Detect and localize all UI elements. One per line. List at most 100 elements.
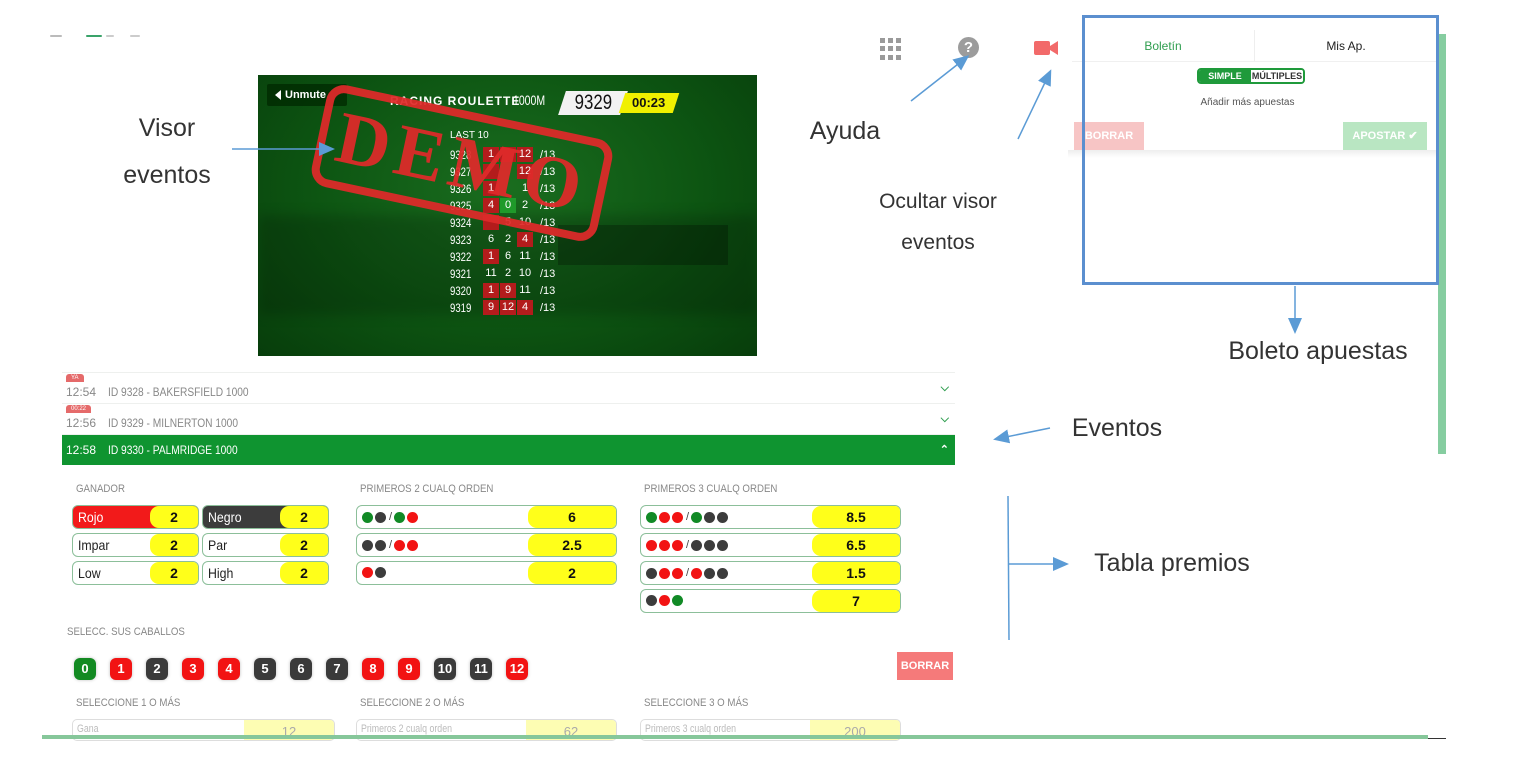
odds-ganador-low[interactable]: Low 2 xyxy=(72,561,199,585)
result-count: /13 xyxy=(540,267,556,280)
horse-chip-11[interactable]: 11 xyxy=(470,658,492,680)
odds-primeros2-option[interactable]: 2 xyxy=(356,561,617,585)
event-row[interactable]: YA 12:54 ID 9328 - BAKERSFIELD 1000 ⌵ xyxy=(62,372,955,403)
horse-chip-0[interactable]: 0 xyxy=(74,658,96,680)
odds-primeros3-option[interactable]: / 6.5 xyxy=(640,533,901,557)
event-video-viewer: Unmute RACING ROULETTE 1000M 9329 00:23 … xyxy=(258,75,757,356)
odds-value: 6 xyxy=(528,506,616,528)
horse-chip-3[interactable]: 3 xyxy=(182,658,204,680)
section-title-ganador: GANADOR xyxy=(76,483,125,495)
odds-ganador-impar[interactable]: Impar 2 xyxy=(72,533,199,557)
horse-chip-6[interactable]: 6 xyxy=(290,658,312,680)
odds-label: High xyxy=(208,565,234,581)
color-dot-icon xyxy=(375,567,386,578)
horse-chip-10[interactable]: 10 xyxy=(434,658,456,680)
race-id: 9319 xyxy=(450,300,472,315)
color-dot-icon xyxy=(691,567,703,579)
event-label: ID 9328 - BAKERSFIELD 1000 xyxy=(108,385,249,399)
section-title-primeros-2: PRIMEROS 2 CUALQ ORDEN xyxy=(360,483,494,495)
result-cell: 12 xyxy=(500,300,516,315)
race-id: 9323 xyxy=(450,232,472,247)
chevron-down-icon[interactable]: ⌵ xyxy=(941,382,949,395)
arrow-eventos xyxy=(993,427,1051,444)
annotation-visor-eventos: Visor eventos xyxy=(123,114,211,189)
result-cell: 9 xyxy=(483,300,499,315)
odds-ganador-par[interactable]: Par 2 xyxy=(202,533,329,557)
bottom-scroll-bar[interactable] xyxy=(42,735,1428,739)
result-cell: 1 xyxy=(483,283,499,298)
color-dot-icon xyxy=(394,539,406,551)
odds-ganador-negro[interactable]: Negro 2 xyxy=(202,505,329,529)
apps-grid-icon[interactable] xyxy=(880,38,902,60)
horse-chip-5[interactable]: 5 xyxy=(254,658,276,680)
events-list: YA 12:54 ID 9328 - BAKERSFIELD 1000 ⌵ 00… xyxy=(62,372,955,465)
color-dot-icon xyxy=(407,511,419,523)
horse-chip-12[interactable]: 12 xyxy=(506,658,528,680)
help-icon[interactable]: ? xyxy=(958,37,979,58)
race-countdown: 00:23 xyxy=(618,93,680,113)
horse-chip-1[interactable]: 1 xyxy=(110,658,132,680)
annotation-boleto-apuestas: Boleto apuestas xyxy=(1228,337,1408,365)
brand-logo xyxy=(50,33,145,39)
select-horses-title: SELECC. SUS CABALLOS xyxy=(67,626,185,638)
color-dot-icon xyxy=(646,539,657,551)
betslip-scroll-bar[interactable] xyxy=(1438,34,1446,454)
odds-ganador-rojo[interactable]: Rojo 2 xyxy=(72,505,199,529)
divider xyxy=(1428,738,1446,739)
last-10-row: 9319 9 12 4/13 xyxy=(450,299,555,316)
horse-chip-2[interactable]: 2 xyxy=(146,658,168,680)
color-combo xyxy=(646,595,685,606)
odds-value: 2 xyxy=(528,562,616,584)
event-row-active[interactable]: 12:58 ID 9330 - PALMRIDGE 1000 ⌃ xyxy=(62,434,955,465)
odds-value: 7 xyxy=(812,590,900,612)
odds-primeros3-option[interactable]: 7 xyxy=(640,589,901,613)
result-cell: 9 xyxy=(500,283,516,298)
clear-selection-button[interactable]: BORRAR xyxy=(897,652,953,680)
odds-primeros3-option[interactable]: / 8.5 xyxy=(640,505,901,529)
color-dot-icon xyxy=(646,511,657,523)
result-cell: 1 xyxy=(483,249,499,264)
horse-chip-4[interactable]: 4 xyxy=(218,658,240,680)
color-dot-icon xyxy=(672,595,683,606)
color-dot-icon xyxy=(691,539,703,551)
odds-primeros2-option[interactable]: /6 xyxy=(356,505,617,529)
color-dot-icon xyxy=(659,567,670,579)
result-cell: 11 xyxy=(519,250,531,262)
result-count: /13 xyxy=(540,284,556,297)
result-cell: 4 xyxy=(517,300,533,315)
horse-chip-9[interactable]: 9 xyxy=(398,658,420,680)
race-id: 9320 xyxy=(450,283,472,298)
color-dot-icon xyxy=(704,539,716,551)
horse-chip-8[interactable]: 8 xyxy=(362,658,384,680)
race-id: 9321 xyxy=(450,266,472,281)
video-camera-icon[interactable] xyxy=(1034,40,1058,56)
odds-primeros2-option[interactable]: / 2.5 xyxy=(356,533,617,557)
odds-label: Negro xyxy=(208,509,242,525)
annotation-eventos: Eventos xyxy=(1071,414,1163,442)
last-10-row: 9323 6 2 4/13 xyxy=(450,231,555,248)
chevron-down-icon[interactable]: ⌵ xyxy=(941,413,949,426)
event-row[interactable]: 00:22 12:56 ID 9329 - MILNERTON 1000 ⌵ xyxy=(62,403,955,434)
color-dot-icon xyxy=(672,567,683,579)
result-cell: 10 xyxy=(518,267,532,279)
horse-chip-7[interactable]: 7 xyxy=(326,658,348,680)
color-combo: / xyxy=(362,539,420,551)
color-dot-icon xyxy=(362,567,373,578)
odds-label: Par xyxy=(208,537,228,553)
arrow-ocultar xyxy=(1017,69,1052,140)
color-combo: / xyxy=(362,511,420,523)
result-cell: 6 xyxy=(487,233,495,245)
odds-value: 2.5 xyxy=(528,534,616,556)
result-cell: 6 xyxy=(504,250,512,262)
result-count: /13 xyxy=(540,301,556,314)
odds-ganador-high[interactable]: High 2 xyxy=(202,561,329,585)
color-dot-icon xyxy=(717,567,729,579)
chevron-up-icon[interactable]: ⌃ xyxy=(940,443,949,456)
odds-label: Rojo xyxy=(78,509,104,525)
last-10-row: 9320 1 9 11/13 xyxy=(450,282,555,299)
color-combo: / xyxy=(646,567,730,579)
odds-primeros3-option[interactable]: / 1.5 xyxy=(640,561,901,585)
color-dot-icon xyxy=(672,511,683,523)
annotation-betslip-frame xyxy=(1082,15,1439,285)
race-number: 9329 xyxy=(558,91,628,115)
